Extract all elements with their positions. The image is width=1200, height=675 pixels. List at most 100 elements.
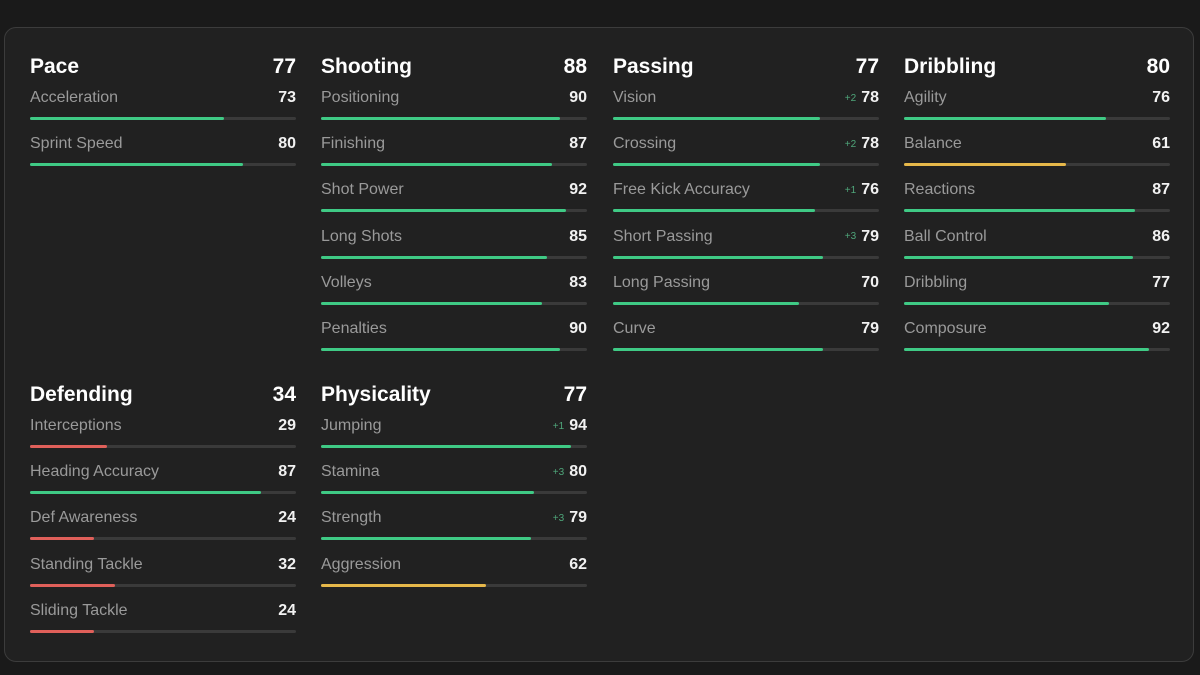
stat-value: 78: [861, 89, 879, 106]
stat-bar-fill: [30, 491, 262, 495]
stat-bar-fill: [904, 117, 1107, 120]
stat-value: 87: [1152, 181, 1170, 199]
group-value: 77: [855, 55, 879, 78]
stat-name: Sprint Speed: [30, 135, 123, 153]
stat-value: 90: [569, 319, 587, 337]
stat-value: 79: [861, 319, 879, 337]
group-title: Dribbling: [904, 55, 997, 78]
stat-value: 32: [278, 555, 296, 573]
stat-group-physicality: Physicality 77 Jumping +1 94 Stamina +3 …: [321, 380, 587, 595]
stat-bar-track: [321, 163, 587, 167]
stat-group-pace: Pace 77 Acceleration 73 Sprint Speed 80: [30, 52, 296, 174]
group-title: Physicality: [321, 383, 431, 406]
stat-bar-fill: [321, 445, 572, 448]
stat-row: Jumping +1 94: [321, 410, 587, 456]
stat-bar-fill: [30, 583, 116, 587]
stat-name: Strength: [321, 509, 382, 527]
group-title: Shooting: [321, 55, 412, 78]
stat-name: Crossing: [613, 135, 677, 153]
stat-bar-fill: [321, 301, 542, 305]
stat-bar-track: [321, 117, 587, 120]
stat-bar-fill: [321, 209, 566, 213]
stat-name: Composure: [904, 319, 987, 337]
stat-name: Sliding Tackle: [30, 601, 128, 619]
stat-row: Def Awareness 24: [30, 502, 296, 548]
stat-bar-track: [30, 629, 296, 633]
stat-name: Long Shots: [321, 227, 402, 245]
stat-row: Free Kick Accuracy +1 76: [613, 174, 879, 220]
stat-row: Crossing +2 78: [613, 128, 879, 174]
stat-bar-track: [904, 117, 1170, 120]
stat-row: Acceleration 73: [30, 82, 296, 128]
stat-name: Balance: [904, 135, 962, 153]
stat-row: Reactions 87: [904, 174, 1170, 220]
stat-value: 83: [569, 273, 587, 291]
stat-row: Finishing 87: [321, 128, 587, 174]
group-value: 34: [272, 383, 296, 406]
stat-value: 77: [1152, 273, 1170, 291]
stat-group-defending: Defending 34 Interceptions 29 Heading Ac…: [30, 380, 296, 641]
stat-row: Shot Power 92: [321, 174, 587, 220]
stat-name: Positioning: [321, 89, 400, 106]
stat-bar-fill: [904, 209, 1136, 213]
stat-bar-track: [30, 445, 296, 448]
stat-name: Jumping: [321, 417, 382, 434]
stat-bar-fill: [613, 209, 816, 213]
stat-row: Curve 79: [613, 313, 879, 359]
stat-value: 76: [1152, 89, 1170, 106]
stat-value: 24: [278, 601, 296, 619]
stat-name: Shot Power: [321, 181, 404, 199]
stat-bar-track: [613, 117, 879, 120]
stat-value: 73: [278, 89, 296, 106]
stat-row: Stamina +3 80: [321, 456, 587, 502]
stat-delta: +3: [552, 466, 565, 478]
stat-bar-fill: [613, 255, 824, 259]
stat-value: 87: [569, 135, 587, 153]
stat-bar-track: [321, 583, 587, 587]
stat-value: 90: [569, 89, 587, 106]
stat-name: Ball Control: [904, 227, 987, 245]
stat-row: Vision +2 78: [613, 82, 879, 128]
stat-name: Dribbling: [904, 273, 968, 291]
stat-bar-fill: [30, 117, 225, 120]
stat-row: Dribbling 77: [904, 267, 1170, 313]
stat-bar-track: [613, 255, 879, 259]
stat-value: 29: [278, 417, 296, 434]
stat-name: Volleys: [321, 273, 372, 291]
stat-value: 78: [861, 135, 879, 153]
stat-bar-fill: [30, 445, 108, 448]
stat-name: Long Passing: [613, 273, 710, 291]
player-stats-card: Pace 77 Acceleration 73 Sprint Speed 80: [4, 27, 1194, 662]
stat-row: Strength +3 79: [321, 502, 587, 548]
stat-bar-track: [904, 209, 1170, 213]
stat-row: Agility 76: [904, 82, 1170, 128]
stat-value: 79: [861, 227, 879, 245]
stat-bar-track: [30, 117, 296, 120]
stat-bar-fill: [321, 583, 486, 587]
stat-bar-track: [30, 583, 296, 587]
stat-row: Sliding Tackle 24: [30, 595, 296, 641]
stat-bar-track: [321, 301, 587, 305]
stat-value: 85: [569, 227, 587, 245]
stat-bar-fill: [321, 537, 532, 541]
stat-bar-fill: [613, 117, 821, 120]
stat-name: Curve: [613, 319, 656, 337]
group-header: Defending 34: [30, 380, 296, 410]
stat-group-dribbling: Dribbling 80 Agility 76 Balance 61 React…: [904, 52, 1170, 359]
stat-bar-fill: [321, 347, 561, 351]
stat-row: Long Shots 85: [321, 221, 587, 267]
stat-bar-track: [321, 491, 587, 495]
stat-bar-fill: [613, 301, 800, 305]
stat-value: 87: [278, 463, 296, 481]
stat-bar-track: [321, 255, 587, 259]
stat-bar-fill: [904, 255, 1133, 259]
stat-delta: +1: [552, 420, 565, 432]
stat-bar-fill: [30, 629, 94, 633]
stat-name: Interceptions: [30, 417, 122, 434]
stat-bar-fill: [613, 347, 824, 351]
stat-bar-track: [904, 163, 1170, 167]
stat-bar-track: [30, 537, 296, 541]
stat-row: Short Passing +3 79: [613, 221, 879, 267]
stat-value: 79: [569, 509, 587, 527]
stat-bar-track: [613, 209, 879, 213]
